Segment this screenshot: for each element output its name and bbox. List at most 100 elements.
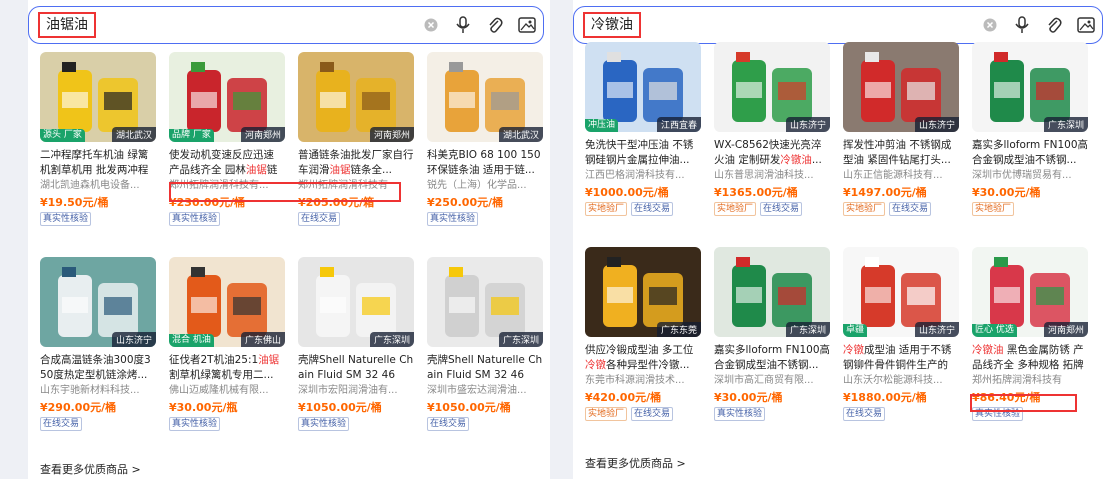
microphone-icon[interactable] [1012,15,1032,35]
product-image[interactable]: 河南郑州 品牌 厂家 [169,52,285,142]
product-image[interactable]: 广东东莞 [585,247,701,337]
product-card[interactable]: 湖北武汉 源头 厂家二冲程摩托车机油 绿篱机割草机用 批发两冲程 湖北凯迪森机电设备… [40,52,156,247]
product-card[interactable]: 湖北武汉科美克BIO 68 100 150 环保链条油 适用于链... 锐先（上海… [427,52,543,247]
image-search-icon[interactable] [517,15,537,35]
product-card[interactable]: 河南郑州普通链条油批发厂家自行车润滑油锯链条全... 郑州拓牌润滑科技有 ¥205.… [298,52,414,247]
product-card[interactable]: 江西宜春 冲压油免洗快干型冲压油 不锈钢硅钢片金属拉伸油... 江西巴格润滑科技有.… [585,42,701,237]
product-price: ¥86.40元/桶 [972,391,1041,404]
product-card[interactable]: 河南郑州 品牌 厂家使发动机变速反应迅速 产品线齐全 园林油锯链条油郑州拓牌润滑科… [169,52,285,247]
product-title[interactable]: 嘉实多lloform FN100高合金钢成型油不锈钢... [714,343,830,373]
verification-badge: 在线交易 [298,212,341,226]
seller-name[interactable]: 郑州拓牌润滑科技有 [298,178,414,194]
product-card[interactable]: 广东深圳壳牌Shell Naturelle Chain Fluid SM 32 … [427,257,543,452]
product-title[interactable]: 冷镦油 黑色金属防锈 产品线齐全 多种规格 拓牌 [972,343,1088,373]
product-image[interactable]: 山东济宁 [40,257,156,347]
product-image[interactable]: 广东深圳 [427,257,543,347]
badge-row: 在线交易 [40,417,156,431]
product-image[interactable]: 河南郑州 匠心 优选 [972,247,1088,337]
product-title[interactable]: 挥发性冲剪油 不锈钢成型油 紧固件钻尾打头... [843,138,959,168]
product-card[interactable]: 广东深圳嘉实多lloform FN100高合金钢成型油不锈钢... 深圳市优博瑞贸… [972,42,1088,237]
product-image[interactable]: 湖北武汉 源头 厂家 [40,52,156,142]
seller-name[interactable]: 山东正信能源科技有... [843,168,959,184]
image-badge: 卓疆 [843,324,868,337]
clear-icon[interactable] [421,15,441,35]
product-card[interactable]: 山东济宁合成高温链条油300度350度热定型机链涂烤... 山东宇驰新材料科技..… [40,257,156,452]
product-title[interactable]: 嘉实多lloform FN100高合金钢成型油不锈钢... [972,138,1088,168]
location-tag: 广东深圳 [369,332,414,347]
product-image[interactable]: 江西宜春 冲压油 [585,42,701,132]
seller-name[interactable]: 东莞市科源润滑技术... [585,373,701,389]
image-search-icon[interactable] [1076,15,1096,35]
more-products-link[interactable]: 查看更多优质商品 > [585,455,686,471]
search-query[interactable]: 油锯油 [38,12,96,38]
product-image[interactable]: 广东深圳 [972,42,1088,132]
product-image[interactable]: 湖北武汉 [427,52,543,142]
product-title[interactable]: 壳牌Shell Naturelle Chain Fluid SM 32 46号.… [298,353,414,383]
seller-name[interactable]: 山东宇驰新材料科技... [40,383,156,399]
badge-row: 在线交易 [427,417,543,431]
seller-name[interactable]: 山东沃尔松能源科技... [843,373,959,389]
microphone-icon[interactable] [453,15,473,35]
product-title[interactable]: WX-C8562快速光亮淬火油 定制研发冷镦油... [714,138,830,168]
product-price: ¥205.00元/箱 [298,196,375,209]
clear-icon[interactable] [980,15,1000,35]
location-tag: 江西宜春 [656,117,701,132]
product-card[interactable]: 广东佛山 混合 机油征伐者2T机油25:1油锯割草机绿篱机专用二... 佛山迈威隆机… [169,257,285,452]
keyword-highlight: 油锯 [258,354,280,366]
product-card[interactable]: 广东东莞 供应冷锻成型油 多工位冷镦各种异型件冷镦... 东莞市科源润滑技术... ¥… [585,247,701,442]
seller-name[interactable]: 深圳市高汇商贸有限... [714,373,830,389]
product-title[interactable]: 征伐者2T机油25:1油锯割草机绿篱机专用二... [169,353,285,383]
product-title[interactable]: 冷镦成型油 适用于不锈钢铆件骨件铜件生产的各... [843,343,959,373]
location-tag: 山东济宁 [914,117,959,132]
image-badge: 混合 机油 [169,334,214,347]
product-title[interactable]: 免洗快干型冲压油 不锈钢硅钢片金属拉伸油... [585,138,701,168]
verification-badge: 真实性核验 [298,417,350,431]
seller-name[interactable]: 深圳市宏阳润滑油有... [298,383,414,399]
search-bar[interactable]: 油锯油 [28,6,544,44]
product-card[interactable]: 山东济宁 WX-C8562快速光亮淬火油 定制研发冷镦油... 山东普思润滑油科技.… [714,42,830,237]
seller-name[interactable]: 郑州拓牌润滑科技有 [972,373,1088,389]
seller-name[interactable]: 湖北凯迪森机电设备... [40,178,156,194]
product-image[interactable]: 广东深圳 [714,247,830,337]
badge-row: 在线交易 [298,212,414,226]
seller-name[interactable]: 山东普思润滑油科技... [714,168,830,184]
more-products-link[interactable]: 查看更多优质商品 > [40,461,141,477]
product-image[interactable]: 山东济宁 [843,42,959,132]
verification-badge: 在线交易 [889,202,932,216]
product-image[interactable]: 山东济宁 卓疆 [843,247,959,337]
product-title[interactable]: 供应冷锻成型油 多工位冷镦各种异型件冷镦... [585,343,701,373]
product-image[interactable]: 山东济宁 [714,42,830,132]
verification-badge: 真实性核验 [169,417,221,431]
seller-name[interactable]: 郑州拓牌润滑科技有... [169,178,285,194]
product-price: ¥1880.00元/桶 [843,391,927,404]
seller-name[interactable]: 深圳市盛宏达润滑油... [427,383,543,399]
search-query[interactable]: 冷镦油 [583,12,641,38]
product-card[interactable]: 山东济宁挥发性冲剪油 不锈钢成型油 紧固件钻尾打头... 山东正信能源科技有...… [843,42,959,237]
badge-row: 实地验厂 [972,202,1088,216]
product-card[interactable]: 山东济宁 卓疆冷镦成型油 适用于不锈钢铆件骨件铜件生产的各...山东沃尔松能源科技… [843,247,959,442]
attachment-icon[interactable] [485,15,505,35]
verification-badge: 在线交易 [40,417,83,431]
product-image[interactable]: 广东佛山 混合 机油 [169,257,285,347]
product-title[interactable]: 壳牌Shell Naturelle Chain Fluid SM 32 46号.… [427,353,543,383]
seller-name[interactable]: 深圳市优博瑞贸易有... [972,168,1088,184]
product-card[interactable]: 广东深圳壳牌Shell Naturelle Chain Fluid SM 32 … [298,257,414,452]
seller-name[interactable]: 佛山迈威隆机械有限... [169,383,285,399]
product-image[interactable]: 河南郑州 [298,52,414,142]
product-title[interactable]: 普通链条油批发厂家自行车润滑油锯链条全... [298,148,414,178]
badge-row: 真实性核验 [40,212,156,226]
product-title[interactable]: 合成高温链条油300度350度热定型机链涂烤... [40,353,156,383]
product-image[interactable]: 广东深圳 [298,257,414,347]
product-title[interactable]: 二冲程摩托车机油 绿篱机割草机用 批发两冲程 [40,148,156,178]
seller-name[interactable]: 江西巴格润滑科技有... [585,168,701,184]
product-card[interactable]: 广东深圳嘉实多lloform FN100高合金钢成型油不锈钢... 深圳市高汇商贸… [714,247,830,442]
search-bar[interactable]: 冷镦油 [573,6,1103,44]
badge-row: 实地验厂 在线交易 [714,202,830,216]
seller-name[interactable]: 锐先（上海）化学品... [427,178,543,194]
product-title[interactable]: 科美克BIO 68 100 150 环保链条油 适用于链... [427,148,543,178]
product-title[interactable]: 使发动机变速反应迅速 产品线齐全 园林油锯链条油 [169,148,285,178]
product-card[interactable]: 河南郑州 匠心 优选冷镦油 黑色金属防锈 产品线齐全 多种规格 拓牌 郑州拓牌润滑科… [972,247,1088,442]
verification-badge: 实地验厂 [843,202,886,216]
keyword-highlight: 冷镦 [843,344,864,356]
attachment-icon[interactable] [1044,15,1064,35]
